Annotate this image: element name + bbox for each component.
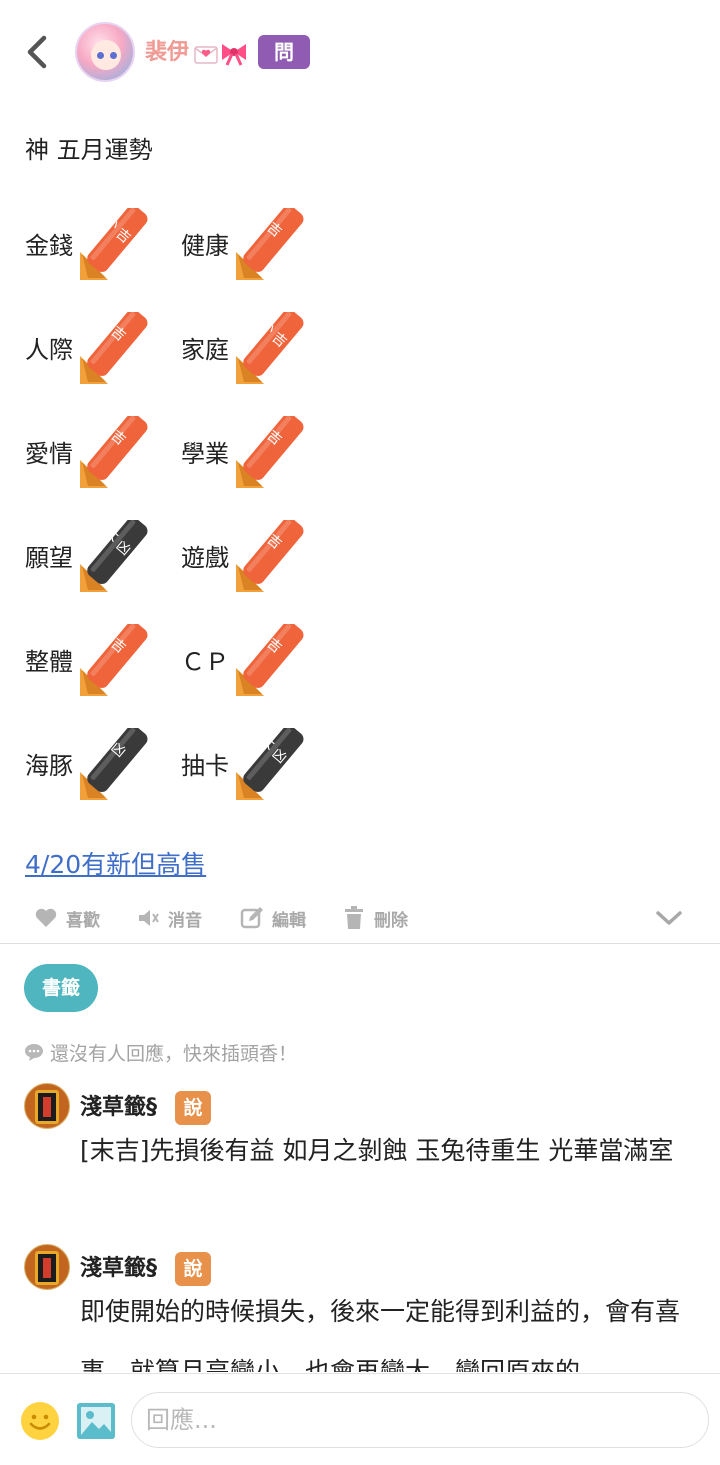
ask-badge: 問 — [258, 35, 310, 69]
post-header: 裴伊 問 — [0, 0, 720, 104]
delete-button[interactable]: 刪除 — [342, 902, 408, 934]
bad-fortune-stick-icon: 大凶 — [80, 520, 148, 592]
say-badge: 說 — [175, 1252, 211, 1286]
fortune-stick-icon: 吉 — [236, 520, 304, 592]
fortune-label: 家庭 — [181, 336, 229, 364]
say-badge: 說 — [175, 1091, 211, 1125]
commenter-avatar[interactable] — [24, 1244, 70, 1290]
bookmark-button[interactable]: 書籤 — [24, 964, 98, 1012]
emoji-icon[interactable] — [20, 1401, 60, 1441]
no-reply-text: 還沒有人回應，快來插頭香！ — [50, 1042, 298, 1065]
fortune-label: 整體 — [25, 648, 73, 676]
fortune-item: 抽卡大凶 — [181, 728, 311, 800]
fortune-item: 家庭小吉 — [181, 312, 311, 384]
commenter-avatar[interactable] — [24, 1083, 70, 1129]
letter-ribbon-icon — [194, 44, 246, 66]
section-divider — [0, 943, 720, 944]
fortune-label: 海豚 — [25, 752, 73, 780]
heart-icon — [35, 908, 57, 927]
author-name[interactable]: 裴伊 — [145, 38, 189, 68]
mute-button[interactable]: 消音 — [136, 902, 202, 934]
like-label: 喜歡 — [66, 910, 100, 931]
fortune-label: 金錢 — [25, 232, 73, 260]
bad-fortune-stick-icon: 大凶 — [236, 728, 304, 800]
fortune-stick-icon: 吉 — [80, 624, 148, 696]
comment-text: 即使開始的時候損失，後來一定能得到利益的，會有喜事。就算月亮變小，也會再變大，變… — [80, 1297, 681, 1372]
fortune-label: ＣＰ — [181, 648, 229, 676]
fortune-label: 遊戲 — [181, 544, 229, 572]
fortune-item: 學業吉 — [181, 416, 311, 488]
speech-bubble-icon — [25, 1044, 43, 1061]
commenter-name[interactable]: 淺草籤§ — [80, 1093, 157, 1123]
reply-input[interactable] — [131, 1392, 709, 1448]
edit-icon — [240, 907, 263, 929]
fortune-stick-icon: 吉 — [80, 416, 148, 488]
back-arrow-icon[interactable] — [22, 34, 54, 70]
fortune-label: 人際 — [25, 336, 73, 364]
fortune-stick-icon: 吉 — [236, 416, 304, 488]
fortune-stick-icon: 吉 — [236, 624, 304, 696]
fortune-stick-icon: 吉 — [80, 312, 148, 384]
reply-bar — [0, 1373, 720, 1465]
fortune-stick-icon: 小吉 — [236, 312, 304, 384]
fortune-label: 抽卡 — [181, 752, 229, 780]
chevron-down-icon[interactable] — [655, 908, 683, 928]
fortune-stick-icon: 吉 — [236, 208, 304, 280]
fortune-item: 整體吉 — [25, 624, 155, 696]
fortune-item: 人際吉 — [25, 312, 155, 384]
fortune-label: 健康 — [181, 232, 229, 260]
speaker-muted-icon — [139, 910, 159, 926]
fortune-item: 健康吉 — [181, 208, 311, 280]
post-link[interactable]: 4/20有新但高售 — [25, 848, 206, 882]
fortune-item: ＣＰ 吉 — [181, 624, 311, 696]
fortune-item: 金錢小吉 — [25, 208, 155, 280]
fortune-label: 愛情 — [25, 440, 73, 468]
bad-fortune-stick-icon: 凶 — [80, 728, 148, 800]
mute-label: 消音 — [168, 910, 202, 931]
fortune-item: 遊戲吉 — [181, 520, 311, 592]
edit-button[interactable]: 編輯 — [240, 902, 306, 934]
fortune-stick-icon: 小吉 — [80, 208, 148, 280]
fortune-label: 學業 — [181, 440, 229, 468]
author-avatar[interactable] — [75, 22, 135, 82]
fortune-label: 願望 — [25, 544, 73, 572]
image-icon[interactable] — [76, 1402, 116, 1440]
no-reply-notice: 還沒有人回應，快來插頭香！ — [24, 1038, 297, 1066]
comment-text: [末吉]先損後有益 如月之剝蝕 玉兔待重生 光華當滿室 — [80, 1136, 674, 1165]
post-title: 神 五月運勢 — [25, 136, 153, 164]
trash-icon — [345, 906, 363, 929]
commenter-name[interactable]: 淺草籤§ — [80, 1254, 157, 1284]
like-button[interactable]: 喜歡 — [34, 902, 100, 934]
fortune-item: 願望大凶 — [25, 520, 155, 592]
fortune-item: 愛情吉 — [25, 416, 155, 488]
post-actions: 喜歡 消音 編輯 刪除 — [0, 896, 720, 942]
delete-label: 刪除 — [374, 910, 408, 931]
fortune-item: 海豚凶 — [25, 728, 155, 800]
edit-label: 編輯 — [272, 910, 306, 931]
